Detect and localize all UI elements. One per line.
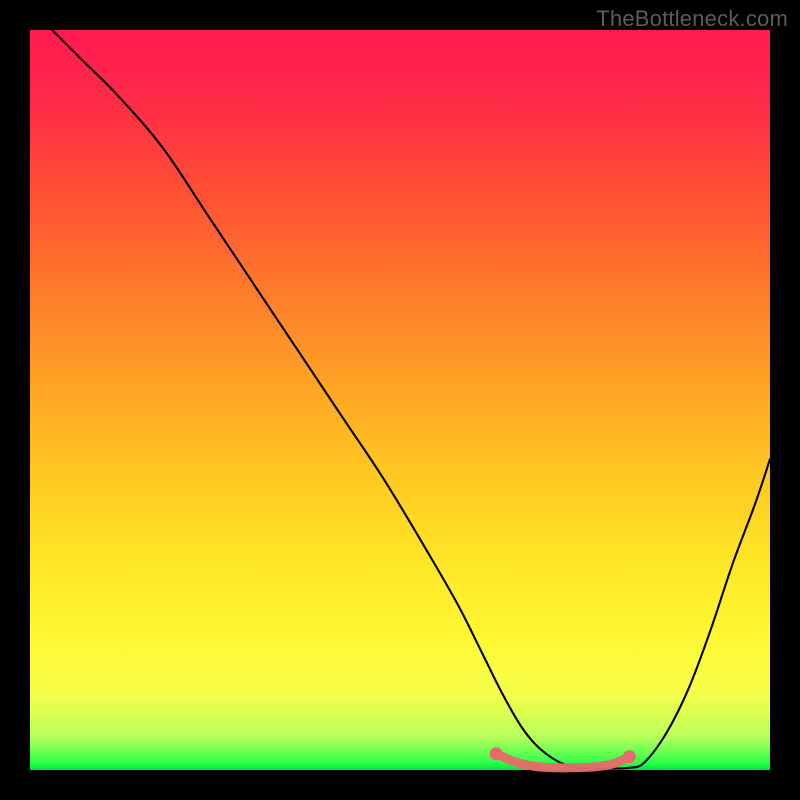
valley-highlight-line	[496, 754, 629, 768]
bottleneck-curve-line	[52, 30, 770, 769]
chart-plot-area	[30, 30, 770, 770]
chart-curve-layer	[30, 30, 770, 770]
watermark-text: TheBottleneck.com	[596, 6, 788, 32]
